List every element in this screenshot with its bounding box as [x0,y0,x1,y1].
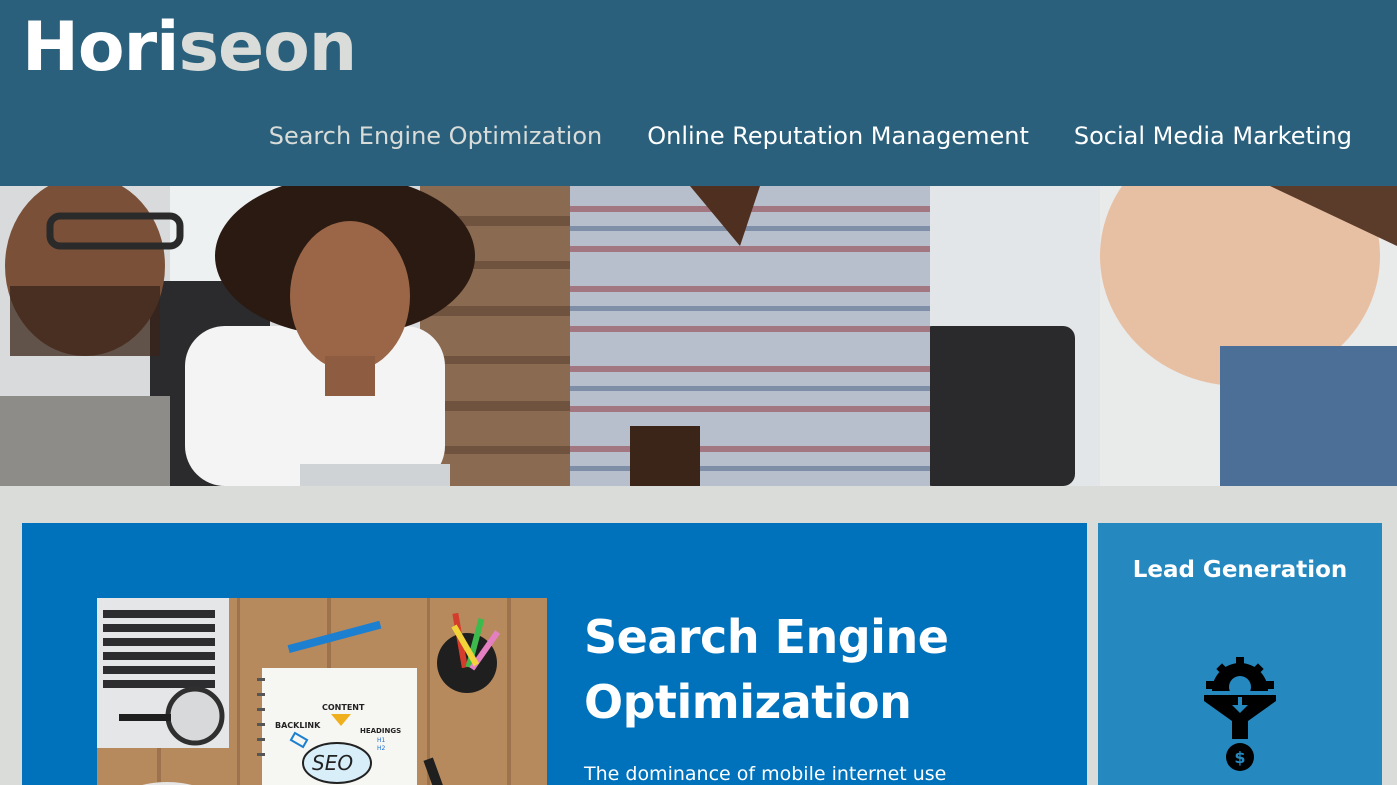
image-label-content: CONTENT [322,703,365,712]
hero-photo [0,186,1397,486]
nav-link-reputation[interactable]: Online Reputation Management [647,122,1029,150]
seo-card: CONTENT BACKLINK HEADINGS H1 H2 SEO Sear… [22,523,1087,785]
image-label-h2: H2 [377,745,386,752]
seo-desk-photo: CONTENT BACKLINK HEADINGS H1 H2 SEO [97,598,547,785]
lead-generation-title: Lead Generation [1132,557,1348,583]
main-nav: Search Engine Optimization Online Reputa… [269,122,1352,150]
card-title-line-1: Search Engine [584,610,949,664]
hero-image [0,186,1397,486]
lead-generation-card: Lead Generation $ [1098,523,1382,785]
svg-text:$: $ [1234,748,1245,767]
card-title-line-2: Optimization [584,675,912,729]
logo-part-1: Hori [22,8,179,87]
nav-link-seo[interactable]: Search Engine Optimization [269,122,603,150]
lead-generation-funnel-icon: $ [1204,657,1276,771]
image-label-h1: H1 [377,737,386,744]
image-label-seo: SEO [312,751,353,775]
image-label-backlink: BACKLINK [275,721,321,730]
card-title: Search Engine Optimization [584,605,1024,735]
card-text: The dominance of mobile internet use [584,763,947,785]
site-header: Horiseon Search Engine Optimization Onli… [0,0,1397,186]
image-label-headings: HEADINGS [360,727,401,735]
logo-part-2: seon [178,8,357,87]
seo-illustration: CONTENT BACKLINK HEADINGS H1 H2 SEO [97,598,547,785]
nav-link-social-media[interactable]: Social Media Marketing [1074,122,1352,150]
site-logo[interactable]: Horiseon [22,12,357,83]
